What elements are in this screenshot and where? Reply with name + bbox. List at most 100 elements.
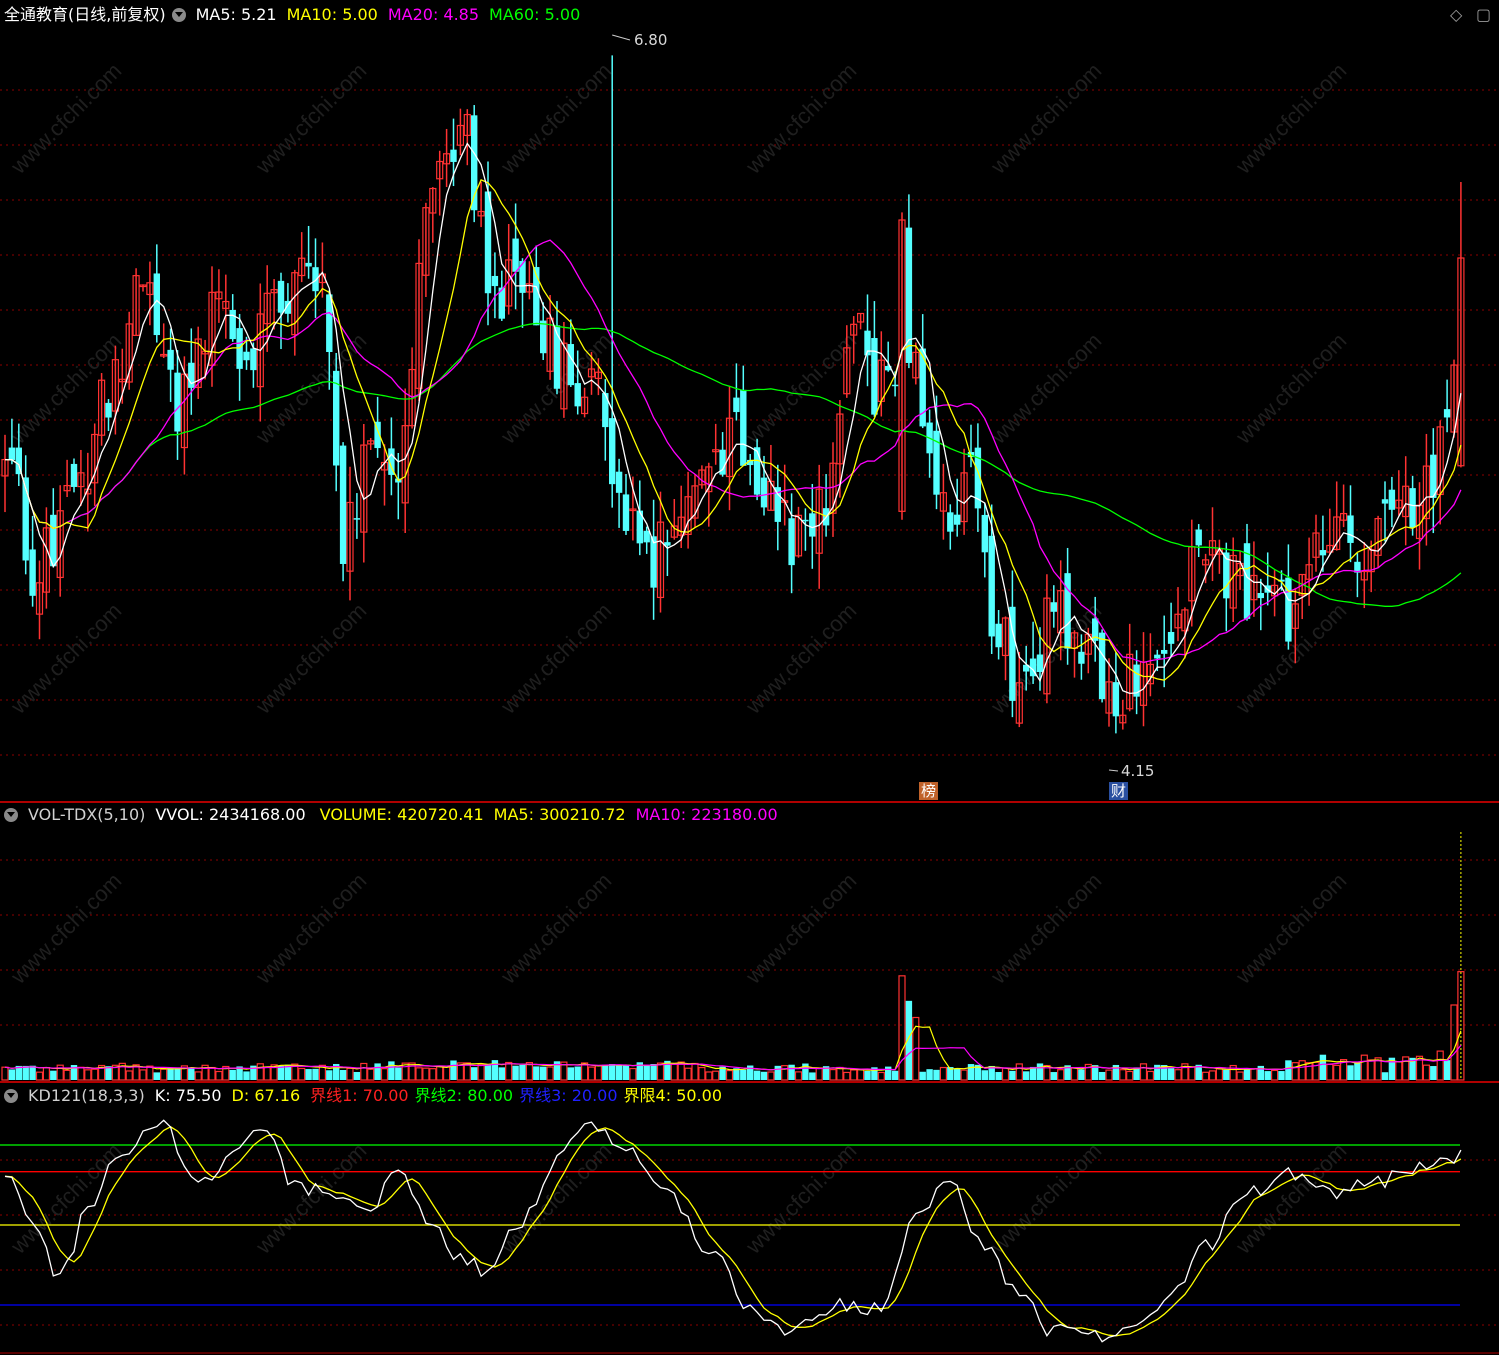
watermark-text: www.cfchi.com: [250, 868, 371, 989]
candle-down: [871, 338, 878, 415]
volume-bar-down: [1264, 1071, 1271, 1080]
volume-bar-down: [891, 1070, 899, 1080]
watermark-text: www.cfchi.com: [1230, 328, 1351, 449]
vol-menu-icon[interactable]: [4, 808, 18, 822]
vol-ma10-label: MA10: 223180.00: [635, 805, 778, 824]
volume-bar-down: [388, 1061, 395, 1080]
volume-bar-down: [1319, 1054, 1327, 1080]
candle-down: [643, 530, 650, 543]
indicator-menu-icon[interactable]: [171, 8, 186, 22]
candle-down: [1319, 550, 1327, 556]
volume-bar-up: [767, 1071, 775, 1081]
volume-bar-down: [395, 1067, 402, 1080]
high-marker-line: [612, 34, 631, 41]
watermark-text: www.cfchi.com: [740, 598, 861, 719]
volume-bar-up: [836, 1066, 844, 1081]
candle-down: [1167, 631, 1175, 644]
volume-bar-up: [505, 1061, 513, 1081]
volume-bar-up: [139, 1069, 147, 1081]
ma20-label: MA20: 4.85: [387, 5, 480, 24]
volume-bar-down: [864, 1070, 871, 1080]
volume-bar-down: [643, 1065, 650, 1080]
kd-menu-icon[interactable]: [4, 1089, 18, 1103]
candle-down: [733, 397, 740, 413]
cai-event-tag[interactable]: 财: [1109, 782, 1129, 800]
candle-down: [1112, 682, 1120, 717]
watermark-text: www.cfchi.com: [985, 1138, 1106, 1259]
volume-bar-down: [1347, 1065, 1354, 1080]
volume-bar-up: [525, 1062, 534, 1081]
volume-bar-up: [781, 1065, 789, 1081]
line2-label: 界线2: 80.00: [414, 1086, 514, 1105]
volume-bar-down: [919, 1071, 926, 1080]
volume-bar-up: [436, 1065, 444, 1081]
watermark-text: www.cfchi.com: [1230, 1138, 1351, 1259]
volume-bar-up: [939, 1066, 948, 1081]
volume-bar-down: [1223, 1069, 1230, 1080]
candle-down: [574, 383, 581, 407]
volume-bar-down: [809, 1072, 816, 1080]
candle-down: [615, 471, 623, 493]
restore-window-icon[interactable]: ▢: [1476, 5, 1491, 24]
volume-bar-up: [298, 1067, 306, 1081]
candle-down: [809, 513, 816, 537]
bang-event-tag[interactable]: 榜: [919, 782, 939, 800]
candle-down: [250, 348, 257, 371]
volume-bar-up: [705, 1071, 713, 1081]
candle-down: [1161, 649, 1168, 654]
watermark-text: www.cfchi.com: [1230, 58, 1351, 179]
volume-bar-down: [1009, 1070, 1016, 1080]
vol-indicator-name[interactable]: VOL-TDX(5,10): [28, 804, 145, 826]
volume-bar-up: [1360, 1054, 1368, 1081]
volume-bar-up: [1436, 1050, 1444, 1081]
volume-bar-up: [1057, 1069, 1065, 1081]
volume-bar-up: [1208, 1070, 1217, 1081]
candle-down: [167, 349, 174, 370]
volume-bar-down: [567, 1067, 574, 1080]
volume-bar-up: [63, 1069, 71, 1081]
watermark-text: www.cfchi.com: [495, 1138, 616, 1259]
volume-bar-up: [580, 1062, 589, 1081]
volume-bar-up: [1326, 1063, 1334, 1081]
candle-down: [1257, 593, 1264, 599]
volume-bar-down: [1443, 1060, 1451, 1080]
low-marker-line: [1108, 769, 1119, 772]
volume-bar-down: [339, 1070, 347, 1080]
volume-bar-down: [519, 1064, 526, 1080]
volume-bar-down: [1050, 1072, 1057, 1080]
volume-bar-up: [656, 1062, 665, 1081]
volume-bar-down: [885, 1066, 892, 1080]
diamond-icon[interactable]: ◇: [1450, 5, 1462, 24]
volume-bar-up: [360, 1062, 368, 1081]
volume-bar-down: [1381, 1072, 1389, 1080]
volume-bar-down: [305, 1069, 312, 1080]
volume-bar-down: [933, 1069, 940, 1080]
volume-bar-down: [484, 1064, 492, 1080]
volume-bar-down: [512, 1065, 519, 1080]
candle-down: [609, 418, 616, 485]
volume-bar-up: [477, 1063, 485, 1081]
volume-bar-up: [1188, 1066, 1196, 1081]
volume-bar-down: [50, 1070, 57, 1080]
volume-bar-up: [160, 1068, 168, 1081]
candle-down: [229, 309, 236, 340]
volume-bar-up: [1201, 1071, 1210, 1081]
volume-bar-up: [1215, 1068, 1224, 1081]
watermark-text: www.cfchi.com: [5, 868, 126, 989]
watermark-text: www.cfchi.com: [740, 1138, 861, 1259]
candle-down: [236, 328, 243, 369]
stock-title[interactable]: 全通教育(日线,前复权): [4, 4, 166, 26]
volume-bar-up: [1333, 1064, 1341, 1081]
volume-bar-down: [774, 1065, 781, 1080]
candle-down: [891, 384, 899, 387]
candle-down: [1064, 573, 1071, 649]
candle-down: [512, 238, 519, 272]
chart-canvas[interactable]: www.cfchi.com www.cfchi.com www.cfchi.com w…: [0, 0, 1499, 1355]
volume-bar-down: [995, 1072, 1002, 1080]
volume-bar-down: [981, 1070, 988, 1080]
volume-bar-up: [256, 1063, 264, 1081]
volume-bar-down: [1167, 1068, 1175, 1080]
volume-bar-up: [1298, 1060, 1306, 1081]
volume-bar-down: [1098, 1071, 1106, 1080]
kd-indicator-name[interactable]: KD121(18,3,3): [28, 1085, 145, 1107]
